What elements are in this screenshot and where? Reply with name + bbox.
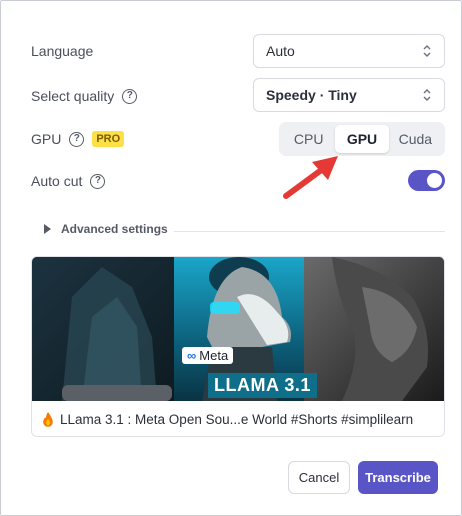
language-value: Auto xyxy=(266,43,295,59)
language-label: Language xyxy=(31,43,94,59)
cancel-button[interactable]: Cancel xyxy=(288,461,350,494)
select-caret-icon xyxy=(423,89,431,101)
advanced-settings-toggle[interactable]: Advanced settings xyxy=(44,222,168,236)
meta-logo-text: Meta xyxy=(199,348,229,363)
advanced-settings-label: Advanced settings xyxy=(61,222,168,236)
gpu-option-cpu[interactable]: CPU xyxy=(282,125,335,153)
pro-badge: PRO xyxy=(92,130,125,148)
autocut-label-row: Auto cut ? xyxy=(31,169,106,193)
caret-right-icon xyxy=(44,224,51,234)
fire-icon xyxy=(43,411,53,427)
quality-label: Select quality xyxy=(31,88,115,104)
help-icon[interactable]: ? xyxy=(90,173,106,189)
red-arrow-annotation xyxy=(283,156,338,199)
language-select[interactable]: Auto xyxy=(253,34,445,68)
video-card[interactable]: ∞ Meta LLAMA 3.1 LLama 3.1 : Meta Open S… xyxy=(31,256,445,437)
select-caret-icon xyxy=(423,45,431,57)
gpu-option-cuda[interactable]: Cuda xyxy=(389,125,442,153)
divider xyxy=(174,231,445,232)
transcribe-button[interactable]: Transcribe xyxy=(358,461,438,494)
toggle-knob xyxy=(427,173,442,188)
meta-logo: ∞ Meta xyxy=(182,347,234,364)
video-caption-row: LLama 3.1 : Meta Open Sou...e World #Sho… xyxy=(32,401,444,436)
meta-infinity-icon: ∞ xyxy=(187,348,197,363)
gpu-option-gpu[interactable]: GPU xyxy=(335,125,389,153)
video-caption: LLama 3.1 : Meta Open Sou...e World #Sho… xyxy=(60,411,414,427)
thumbnail-title: LLAMA 3.1 xyxy=(208,373,317,398)
video-thumbnail: ∞ Meta LLAMA 3.1 xyxy=(32,257,444,401)
autocut-label: Auto cut xyxy=(31,173,83,189)
help-icon[interactable]: ? xyxy=(122,88,138,104)
autocut-toggle[interactable] xyxy=(408,170,445,191)
quality-label-row: Select quality ? xyxy=(31,84,138,108)
help-icon[interactable]: ? xyxy=(69,131,85,147)
gpu-label: GPU xyxy=(31,131,62,147)
gpu-label-row: GPU ? PRO xyxy=(31,127,125,151)
quality-select[interactable]: Speedy · Tiny xyxy=(253,78,445,112)
quality-value: Speedy · Tiny xyxy=(266,87,357,103)
